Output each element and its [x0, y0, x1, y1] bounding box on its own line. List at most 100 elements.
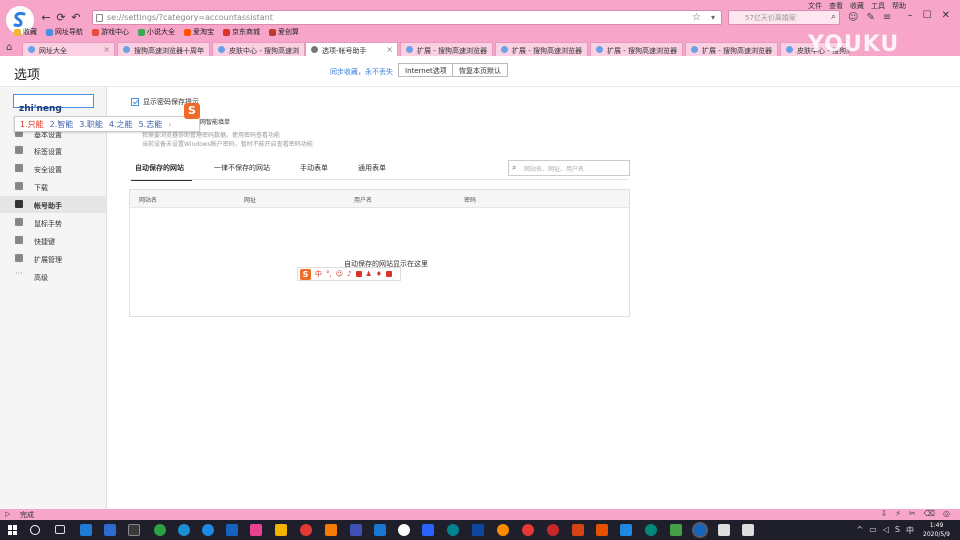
search-placeholder[interactable]: 57亿天价离婚案 [745, 13, 796, 23]
sync-link[interactable]: 同步收藏，永不丢失 [330, 67, 393, 77]
volume-icon[interactable]: ◁ [883, 525, 889, 536]
zoom-icon[interactable]: ◎ [943, 509, 950, 518]
star-icon[interactable]: ☆ [692, 12, 701, 23]
bookmark-item[interactable]: 收藏 [14, 27, 37, 37]
sidebar-item-account[interactable]: 帐号助手 [0, 196, 106, 213]
skin-icon[interactable]: ✎ [866, 12, 874, 23]
close-icon[interactable]: × [481, 45, 488, 54]
edge-icon[interactable] [80, 524, 92, 536]
app-icon[interactable] [572, 524, 584, 536]
app-icon[interactable] [472, 524, 484, 536]
tab-item[interactable]: 皮肤中心 - 搜狗高速浏 × [212, 42, 305, 56]
sidebar-item-extensions[interactable]: 扩展管理 [0, 250, 106, 267]
punctuation-icon[interactable]: °, [326, 270, 332, 278]
menu-favorites[interactable]: 收藏 [850, 1, 864, 11]
tab-item[interactable]: 搜狗高速浏览器十周年 × [117, 42, 210, 56]
close-icon[interactable]: × [766, 45, 773, 54]
toolbox-icon[interactable] [386, 271, 393, 277]
tab-item[interactable]: 扩展 - 搜狗高速浏览器 × [590, 42, 683, 56]
menu-view[interactable]: 查看 [829, 1, 843, 11]
user-icon[interactable]: ☺ [848, 12, 858, 23]
language-icon[interactable]: 中 [906, 525, 914, 536]
chevron-down-icon[interactable]: ▾ [711, 13, 715, 22]
restore-default-button[interactable]: 恢复本页默认 [452, 63, 508, 77]
sogou-ime-icon[interactable]: S [184, 103, 200, 119]
address-url[interactable]: se://settings/?category=accountassistant [107, 13, 273, 22]
folder-icon[interactable] [275, 524, 287, 536]
app-icon[interactable] [226, 524, 238, 536]
close-icon[interactable]: × [198, 45, 205, 54]
internet-options-button[interactable]: Internet选项 [398, 63, 454, 77]
download-icon[interactable]: ⇩ [881, 509, 888, 518]
show-password-prompt-checkbox[interactable] [131, 98, 139, 106]
sidebar-item-gestures[interactable]: 鼠标手势 [0, 214, 106, 231]
app-icon[interactable] [250, 524, 262, 536]
app-icon[interactable] [742, 524, 754, 536]
app-icon[interactable] [522, 524, 534, 536]
close-icon[interactable]: × [103, 45, 110, 54]
app-icon[interactable] [374, 524, 386, 536]
app-icon[interactable] [620, 524, 632, 536]
microphone-icon[interactable]: ♪ [347, 270, 351, 278]
bookmark-item[interactable]: 爱淘宝 [184, 27, 214, 37]
app-icon[interactable] [178, 524, 190, 536]
emoji-icon[interactable]: ☺ [336, 270, 343, 278]
search-box[interactable]: 57亿天价离婚案 ⌕ [728, 10, 840, 25]
close-icon[interactable]: × [293, 45, 300, 54]
ime-candidate[interactable]: 2.智能 [50, 119, 74, 130]
ime-candidate[interactable]: 4.之能 [109, 119, 133, 130]
ime-candidate[interactable]: 1.只能 [20, 119, 44, 130]
close-icon[interactable]: × [386, 45, 393, 54]
chevron-right-icon[interactable]: › [168, 120, 171, 129]
search-icon[interactable] [30, 525, 40, 535]
system-clock[interactable]: 1:49 2020/5/9 [923, 521, 950, 539]
bookmark-item[interactable]: 网址导航 [46, 27, 83, 37]
app-icon[interactable] [202, 524, 214, 536]
skin-icon[interactable]: ♦ [376, 270, 382, 278]
minimize-icon[interactable]: – [908, 10, 913, 21]
sidebar-item-tabs[interactable]: 标签设置 [0, 142, 106, 159]
app-icon[interactable] [104, 524, 116, 536]
maximize-icon[interactable]: ☐ [923, 10, 932, 21]
app-icon[interactable] [154, 524, 166, 536]
sogou-ime-icon[interactable]: S [300, 268, 311, 280]
app-icon[interactable] [718, 524, 730, 536]
keyboard-icon[interactable] [355, 271, 362, 277]
back-icon[interactable]: ← [40, 12, 52, 24]
tab-item[interactable]: 扩展 - 搜狗高速浏览器 × [400, 42, 493, 56]
app-icon[interactable] [447, 524, 459, 536]
tab-item[interactable]: 扩展 - 搜狗高速浏览器 × [495, 42, 588, 56]
refresh-icon[interactable]: ⟳ [55, 12, 67, 24]
sidebar-item-advanced[interactable]: ··· 高级 [0, 268, 106, 285]
menu-help[interactable]: 帮助 [892, 1, 906, 11]
ime-candidate[interactable]: 5.志能 [139, 119, 163, 130]
bookmark-item[interactable]: 小说大全 [138, 27, 175, 37]
menu-tools[interactable]: 工具 [871, 1, 885, 11]
app-icon[interactable] [670, 524, 682, 536]
user-icon[interactable]: ♟ [366, 270, 372, 278]
app-icon[interactable] [350, 524, 362, 536]
file-explorer-icon[interactable] [128, 524, 140, 536]
tab-item-active[interactable]: 选项-帐号助手 × [305, 42, 398, 56]
sidebar-toggle-icon[interactable]: ▷ [5, 510, 10, 518]
more-icon[interactable]: ≡ [883, 12, 891, 23]
menu-file[interactable]: 文件 [808, 1, 822, 11]
app-icon[interactable] [422, 524, 434, 536]
app-icon[interactable] [497, 524, 509, 536]
ime-lang-toggle[interactable]: 中 [315, 269, 322, 279]
app-icon[interactable] [547, 524, 559, 536]
windows-start-icon[interactable] [8, 525, 18, 535]
app-icon[interactable] [325, 524, 337, 536]
app-icon[interactable] [596, 524, 608, 536]
app-icon[interactable] [300, 524, 312, 536]
trash-icon[interactable]: ⌫ [924, 509, 935, 518]
undo-icon[interactable]: ↶ [70, 12, 82, 24]
chevron-up-icon[interactable]: ^ [857, 525, 864, 536]
tab-item[interactable]: 扩展 - 搜狗高速浏览器 × [685, 42, 778, 56]
speed-icon[interactable]: ⚡ [895, 509, 901, 518]
bookmark-item[interactable]: 游戏中心 [92, 27, 129, 37]
close-icon[interactable]: × [576, 45, 583, 54]
screenshot-icon[interactable]: ✂ [909, 509, 916, 518]
settings-icon[interactable] [398, 524, 410, 536]
bookmark-item[interactable]: 京东商城 [223, 27, 260, 37]
